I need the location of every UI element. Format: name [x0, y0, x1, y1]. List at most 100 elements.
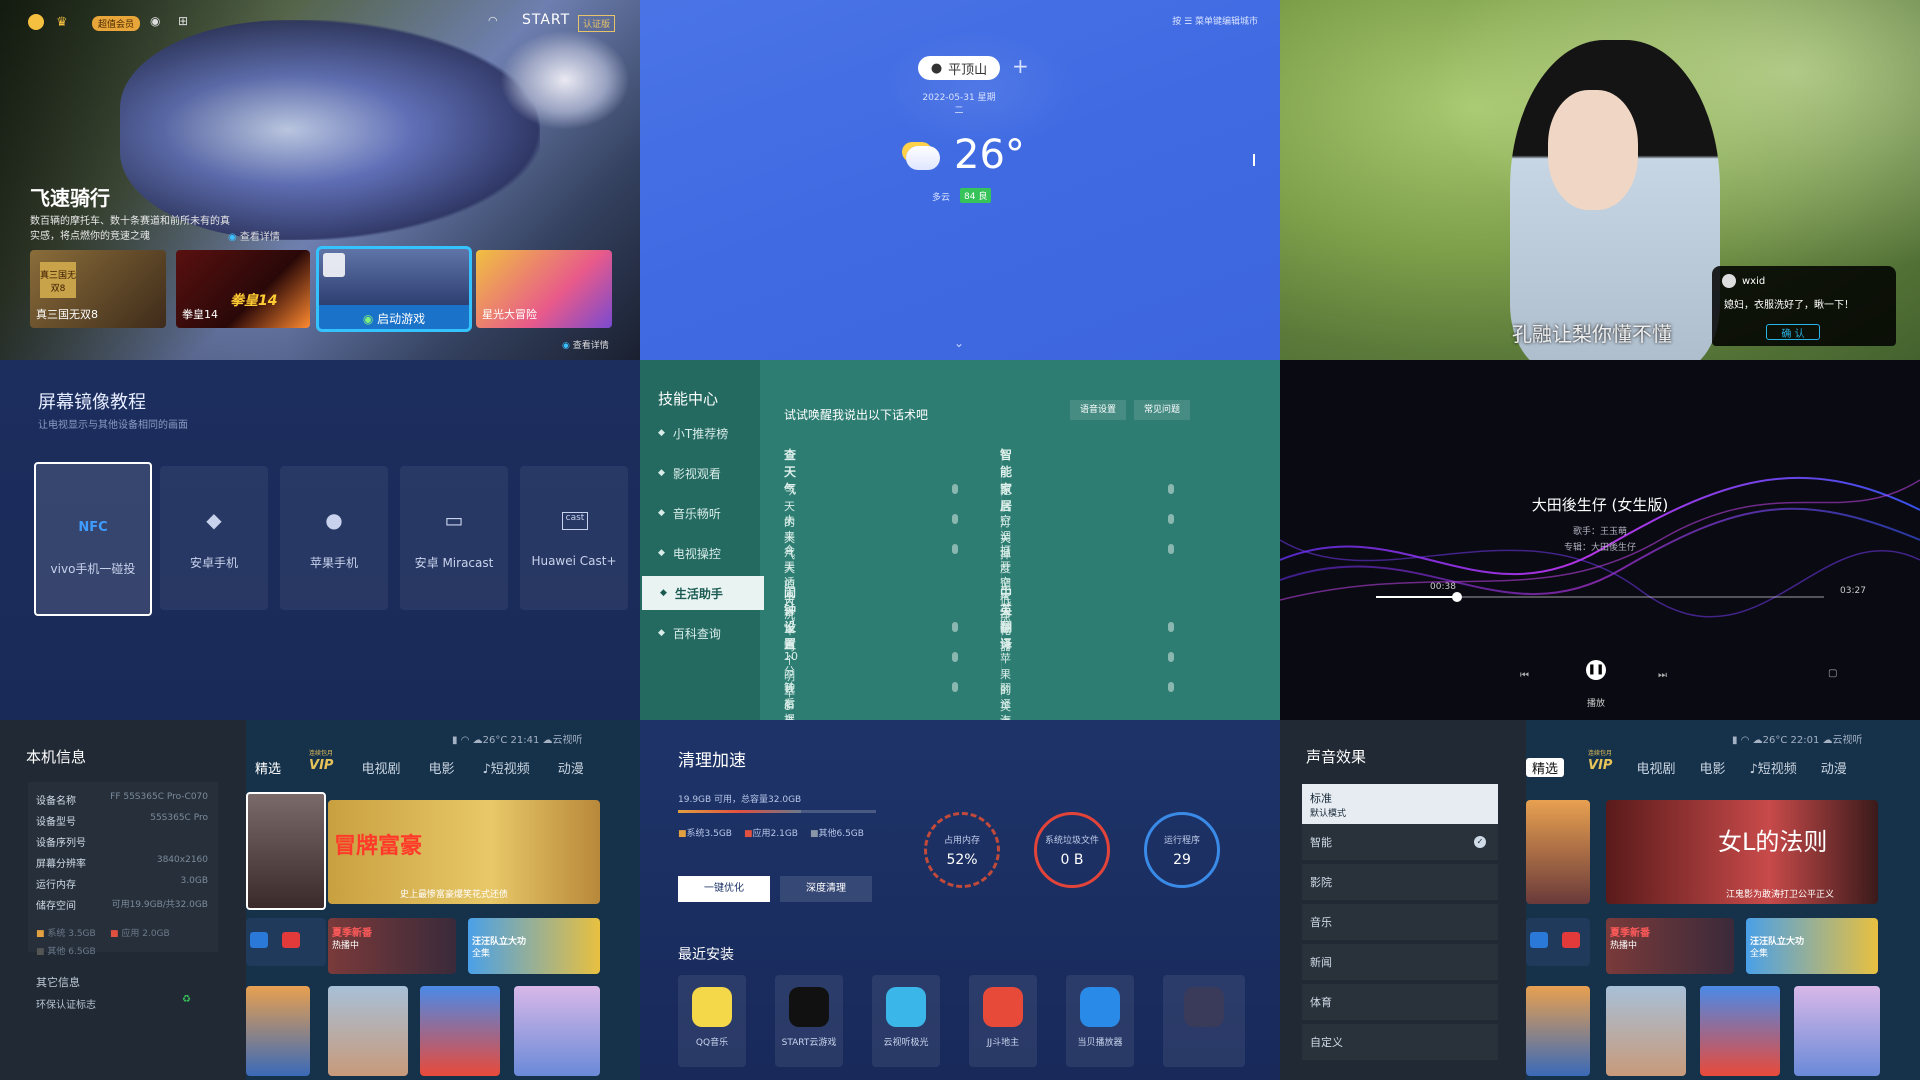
tab-featured[interactable]: 精选 — [255, 758, 281, 777]
mirror-card-label: 苹果手机 — [309, 556, 358, 570]
poster[interactable] — [246, 986, 310, 1076]
prev-icon[interactable]: ⏮ — [1520, 670, 1529, 681]
shortcut-tile[interactable] — [1526, 918, 1590, 966]
screenshot-collage: ♛ 超值会员 ◉ ⊞ ◠ START 认证版 飞速骑行 数百辆的摩托车、数十条赛… — [0, 0, 1920, 1080]
tab-tv-series[interactable]: 电视剧 — [361, 758, 400, 777]
faq-button[interactable]: 常见问题 — [1134, 400, 1190, 420]
tab-tv-series-right[interactable]: 电视剧 — [1636, 758, 1675, 777]
banner-new-season[interactable]: 夏季新番 热播中 — [328, 918, 456, 974]
detail-link[interactable]: ◉ 查看详情 — [228, 228, 280, 243]
poster[interactable] — [514, 986, 600, 1076]
chevron-down-icon[interactable]: ⌄ — [954, 336, 964, 350]
storage-summary: 19.9GB 可用，总容量32.0GB — [678, 795, 802, 805]
pause-button[interactable]: ❚❚ — [1586, 660, 1606, 680]
poster[interactable] — [1526, 800, 1590, 904]
recent-app[interactable]: START云游戏 — [775, 975, 843, 1067]
mirror-card-miracast[interactable]: ▭ 安卓 Miracast — [400, 466, 508, 610]
sound-mode-item[interactable]: 智能 ✓ — [1302, 824, 1498, 860]
eco-badge-icon: ♻ — [182, 994, 191, 1005]
poster[interactable] — [1794, 986, 1880, 1076]
next-icon[interactable]: ⏭ — [1658, 670, 1667, 681]
poster-focused[interactable] — [246, 792, 326, 910]
tab-vip-right[interactable]: 连续包月 VIP — [1588, 750, 1612, 777]
skill-nav-item[interactable]: ◆ 小T推荐榜 — [640, 416, 760, 450]
sound-mode-item[interactable]: 自定义 — [1302, 1024, 1498, 1060]
lyrics-icon[interactable]: ▢ — [1828, 668, 1837, 679]
tab-featured-right[interactable]: 精选 — [1526, 758, 1565, 777]
wifi-icon: ◠ — [488, 14, 498, 27]
skill-example[interactable]: 翻译 — [1000, 620, 1011, 652]
sound-mode-item[interactable]: 影院 — [1302, 864, 1498, 900]
tab-short-video[interactable]: ♪短视频 — [482, 758, 529, 777]
mirror-card-label: 安卓 Miracast — [414, 556, 494, 570]
sound-mode-item[interactable]: 体育 — [1302, 984, 1498, 1020]
tab-short-video-right[interactable]: ♪短视频 — [1749, 758, 1796, 777]
skill-nav-item[interactable]: ◆ 百科查询 — [640, 616, 760, 650]
game-thumb-4[interactable]: 星光大冒险 — [476, 250, 612, 328]
device-info-value: 3840x2160 — [156, 855, 208, 865]
banner-drama[interactable]: 女L的法则 江鬼影为敢涛打卫公平正义 — [1606, 800, 1878, 904]
banner-paw-patrol[interactable]: 汪汪队立大功 全集 — [468, 918, 600, 974]
storage-other: ■ 其他 6.5GB — [36, 947, 96, 957]
poster[interactable] — [1526, 986, 1590, 1076]
mirror-card-android[interactable]: ◆ 安卓手机 — [160, 466, 268, 610]
poster[interactable] — [420, 986, 500, 1076]
mirror-card-apple[interactable]: ● 苹果手机 — [280, 466, 388, 610]
sound-mode-item[interactable]: 新闻 — [1302, 944, 1498, 980]
home-tabs-left: 精选 连续包月 VIP 电视剧 电影 ♪短视频 动漫 — [255, 750, 635, 777]
recent-app[interactable]: 当贝播放器 — [1066, 975, 1134, 1067]
banner-new-season[interactable]: 夏季新番 热播中 — [1606, 918, 1734, 974]
mic-icon — [1168, 682, 1174, 692]
tab-anime[interactable]: 动漫 — [558, 758, 584, 777]
tab-anime-right[interactable]: 动漫 — [1821, 758, 1847, 777]
banner-movie[interactable]: 冒牌富豪 史上最惨富豪爆笑花式还债 — [328, 800, 600, 904]
deep-clean-button[interactable]: 深度清理 — [780, 876, 872, 902]
mirror-card-huawei[interactable]: cast Huawei Cast+ — [520, 466, 628, 610]
recent-app[interactable]: JJ斗地主 — [969, 975, 1037, 1067]
progress-knob[interactable] — [1451, 592, 1462, 602]
skill-nav-label: 生活助手 — [674, 586, 723, 601]
avatar[interactable] — [28, 14, 44, 30]
poster[interactable] — [1606, 986, 1686, 1076]
gamepad-icon[interactable]: ⊞ — [178, 14, 188, 28]
banner-paw-patrol[interactable]: 汪汪队立大功 全集 — [1746, 918, 1878, 974]
chat-user: wxid — [1742, 276, 1766, 287]
recent-app[interactable]: QQ音乐 — [678, 975, 746, 1067]
tab-movies[interactable]: 电影 — [428, 758, 454, 777]
sound-mode-label: 新闻 — [1310, 956, 1332, 969]
skill-nav-item[interactable]: ◆ 音乐畅听 — [640, 496, 760, 530]
skill-nav-item[interactable]: ◆ 生活助手 — [642, 576, 764, 610]
skill-nav-item[interactable]: ◆ 影视观看 — [640, 456, 760, 490]
device-info-key: 运行内存 — [36, 880, 76, 891]
voice-settings-button[interactable]: 语音设置 — [1070, 400, 1126, 420]
avatar — [1722, 274, 1736, 288]
recent-app[interactable]: 云视听极光 — [872, 975, 940, 1067]
city-pill[interactable]: ● 平顶山 — [918, 56, 1000, 80]
one-click-optimize-button[interactable]: 一键优化 — [678, 876, 770, 902]
progress-track[interactable] — [1376, 596, 1824, 598]
music-icon: ◆ — [658, 508, 665, 518]
game-thumb-2[interactable]: 拳皇14 拳皇14 — [176, 250, 310, 328]
game-thumb-1[interactable]: 真三国无双8 真三国无双8 — [30, 250, 166, 328]
hero-motorcycle-art — [120, 20, 540, 240]
poster[interactable] — [328, 986, 408, 1076]
chat-icon[interactable]: ◉ — [150, 14, 160, 28]
location-pin-icon: ● — [930, 60, 943, 76]
add-city-button[interactable]: + — [1012, 54, 1029, 78]
confirm-button[interactable]: 确 认 — [1766, 324, 1820, 340]
tab-vip[interactable]: 连续包月 VIP — [309, 750, 333, 777]
banner-drama-logo: 女L的法则 — [1718, 828, 1828, 856]
sound-mode-item[interactable]: 标准 默认模式 — [1302, 784, 1498, 824]
sound-mode-item[interactable]: 音乐 — [1302, 904, 1498, 940]
device-info-key: 设备名称 — [36, 796, 76, 807]
game-thumb-1-label: 真三国无双8 — [36, 308, 98, 321]
poster[interactable] — [1700, 986, 1780, 1076]
mirror-card-vivo[interactable]: NFC vivo手机一碰投 — [34, 462, 152, 616]
recent-app[interactable] — [1163, 975, 1245, 1067]
start-game-button[interactable]: ◉ 启动游戏 — [316, 246, 472, 332]
tab-movies-right[interactable]: 电影 — [1699, 758, 1725, 777]
detail-link-2[interactable]: ◉ 查看详情 — [562, 338, 609, 351]
game-panel: ♛ 超值会员 ◉ ⊞ ◠ START 认证版 飞速骑行 数百辆的摩托车、数十条赛… — [0, 0, 640, 360]
shortcut-tile[interactable] — [246, 918, 326, 966]
skill-nav-item[interactable]: ◆ 电视操控 — [640, 536, 760, 570]
